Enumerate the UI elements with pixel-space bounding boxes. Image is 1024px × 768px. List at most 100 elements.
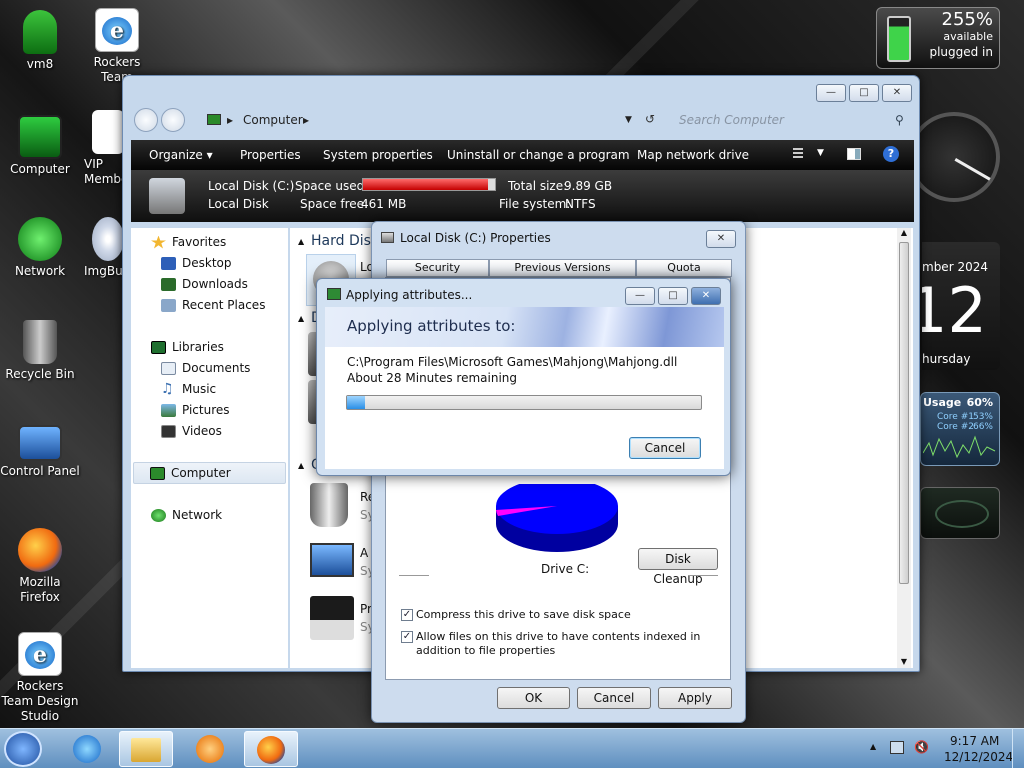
system-properties-button[interactable]: System properties [323, 148, 433, 162]
preview-pane-icon[interactable] [847, 148, 861, 160]
battery-status-available: available [943, 30, 993, 43]
ie-icon [92, 110, 124, 154]
nav-favorites[interactable]: Favorites [151, 235, 226, 249]
media-gadget[interactable] [920, 487, 1000, 539]
desktop-icon-imgburn[interactable]: ImgBurn [84, 217, 124, 279]
properties-button[interactable]: Properties [240, 148, 301, 162]
space-used-bar [362, 178, 496, 191]
scroll-down-icon[interactable]: ▼ [897, 657, 911, 666]
desktop-icon-network[interactable]: Network [0, 217, 80, 279]
nav-label: Downloads [182, 277, 248, 291]
scroll-thumb[interactable] [899, 242, 909, 584]
calendar-month: mber 2024 [922, 260, 988, 274]
map-network-drive-button[interactable]: Map network drive [637, 148, 749, 162]
scroll-up-icon[interactable]: ▲ [897, 228, 911, 242]
address-arrow-icon: ▸ [227, 113, 234, 127]
search-input[interactable]: Search Computer [671, 109, 911, 131]
maximize-button[interactable]: □ [658, 287, 688, 305]
printer-icon[interactable] [310, 596, 354, 640]
tab-previous-versions[interactable]: Previous Versions [489, 259, 636, 277]
refresh-icon[interactable]: ↺ [645, 112, 655, 126]
clock-gadget[interactable] [908, 112, 1000, 202]
index-checkbox[interactable]: ✓ [401, 631, 413, 643]
nav-videos[interactable]: Videos [161, 424, 222, 438]
collapse-icon[interactable]: ▲ [298, 314, 304, 323]
collapse-icon[interactable]: ▲ [298, 461, 304, 470]
scrollbar[interactable]: ▲ ▼ [897, 228, 911, 668]
desktop-icon-computer[interactable]: Computer [0, 115, 80, 177]
computer-icon [150, 466, 165, 480]
cpu-graph [923, 435, 996, 459]
desktop-icon-design-studio[interactable]: e Rockers Team Design Studio [0, 632, 80, 724]
nav-documents[interactable]: Documents [161, 361, 250, 375]
taskbar-media-player-button[interactable] [183, 731, 237, 767]
uninstall-program-button[interactable]: Uninstall or change a program [447, 148, 630, 162]
organize-menu[interactable]: Organize ▾ [149, 148, 213, 162]
calendar-day: 12 [922, 274, 987, 347]
taskbar-ie-button[interactable] [60, 731, 114, 767]
close-button[interactable]: ✕ [691, 287, 721, 305]
desktop-icon-rockers-team[interactable]: e Rockers Team [77, 8, 157, 85]
forward-button[interactable] [161, 108, 185, 132]
time-remaining: About 28 Minutes remaining [347, 371, 518, 385]
battery-gadget[interactable]: 255% available plugged in [876, 7, 1000, 69]
cancel-button[interactable]: Cancel [577, 687, 651, 709]
help-icon[interactable]: ? [883, 146, 899, 162]
back-button[interactable] [134, 108, 158, 132]
close-button[interactable]: ✕ [706, 230, 736, 248]
apply-button[interactable]: Apply [658, 687, 732, 709]
control-panel-icon [18, 425, 62, 461]
clock-date[interactable]: 12/12/2024 [944, 750, 1013, 764]
collapse-icon[interactable]: ▲ [298, 237, 304, 246]
clock-time[interactable]: 9:17 AM [950, 734, 999, 748]
desktop-icon-vm8[interactable]: vm8 [0, 10, 80, 72]
recycle-bin-icon[interactable] [310, 483, 348, 527]
applying-body: C:\Program Files\Microsoft Games\Mahjong… [325, 347, 724, 469]
nav-desktop[interactable]: Desktop [161, 256, 232, 270]
close-button[interactable]: ✕ [882, 84, 912, 102]
minimize-button[interactable]: — [816, 84, 846, 102]
network-tray-icon[interactable] [890, 741, 904, 754]
battery-status-plugged: plugged in [929, 45, 993, 59]
nav-pictures[interactable]: Pictures [161, 403, 230, 417]
volume-muted-icon[interactable]: 🔇 [914, 740, 929, 754]
address-arrow-icon: ▸ [303, 113, 310, 127]
nav-downloads[interactable]: Downloads [161, 277, 248, 291]
control-panel-icon[interactable] [310, 543, 354, 577]
disk-cleanup-button[interactable]: Disk Cleanup [638, 548, 718, 586]
maximize-button[interactable]: □ [849, 84, 879, 102]
nav-recent-places[interactable]: Recent Places [161, 298, 265, 312]
tab-security[interactable]: Security [386, 259, 489, 277]
desktop-icon-control-panel[interactable]: Control Panel [0, 425, 80, 479]
applying-title: Applying attributes... [346, 288, 473, 302]
compress-checkbox[interactable]: ✓ [401, 609, 413, 621]
address-dropdown-icon[interactable]: ▼ [625, 109, 632, 131]
ok-button[interactable]: OK [497, 687, 570, 709]
show-desktop-button[interactable] [1012, 729, 1024, 768]
nav-music[interactable]: ♫ Music [161, 382, 216, 397]
search-icon[interactable]: ⚲ [895, 113, 904, 127]
show-hidden-icons[interactable]: ▲ [870, 742, 876, 751]
cpu-gadget[interactable]: Usage 60% Core #1 53% Core #2 66% [920, 392, 1000, 466]
taskbar-firefox-button[interactable] [244, 731, 298, 767]
desktop-icon-vip-member[interactable]: VIP Member [84, 110, 124, 187]
address-bar[interactable]: ▸ Computer ▸ ▼ [199, 109, 639, 131]
tab-quota[interactable]: Quota [636, 259, 732, 277]
details-drive-type: Local Disk [208, 197, 269, 211]
nav-label: Favorites [172, 235, 227, 249]
taskbar-explorer-button[interactable] [119, 731, 173, 767]
navigation-pane: Favorites Desktop Downloads Recent Place… [131, 228, 288, 668]
desktop-icon-recycle-bin[interactable]: Recycle Bin [0, 320, 80, 382]
nav-libraries[interactable]: Libraries [151, 340, 224, 354]
nav-computer[interactable]: Computer [133, 462, 286, 484]
cancel-button[interactable]: Cancel [629, 437, 701, 459]
minimize-button[interactable]: — [625, 287, 655, 305]
start-button[interactable] [4, 731, 42, 767]
calendar-gadget[interactable]: mber 2024 12 hursday [922, 242, 1000, 370]
views-dropdown-icon[interactable]: ▼ [817, 148, 824, 158]
views-icon[interactable] [793, 148, 803, 160]
applying-attributes-dialog[interactable]: Applying attributes... — □ ✕ Applying at… [316, 278, 731, 476]
videos-icon [161, 424, 176, 438]
desktop-icon-firefox[interactable]: Mozilla Firefox [0, 528, 80, 605]
nav-network[interactable]: Network [151, 508, 222, 522]
